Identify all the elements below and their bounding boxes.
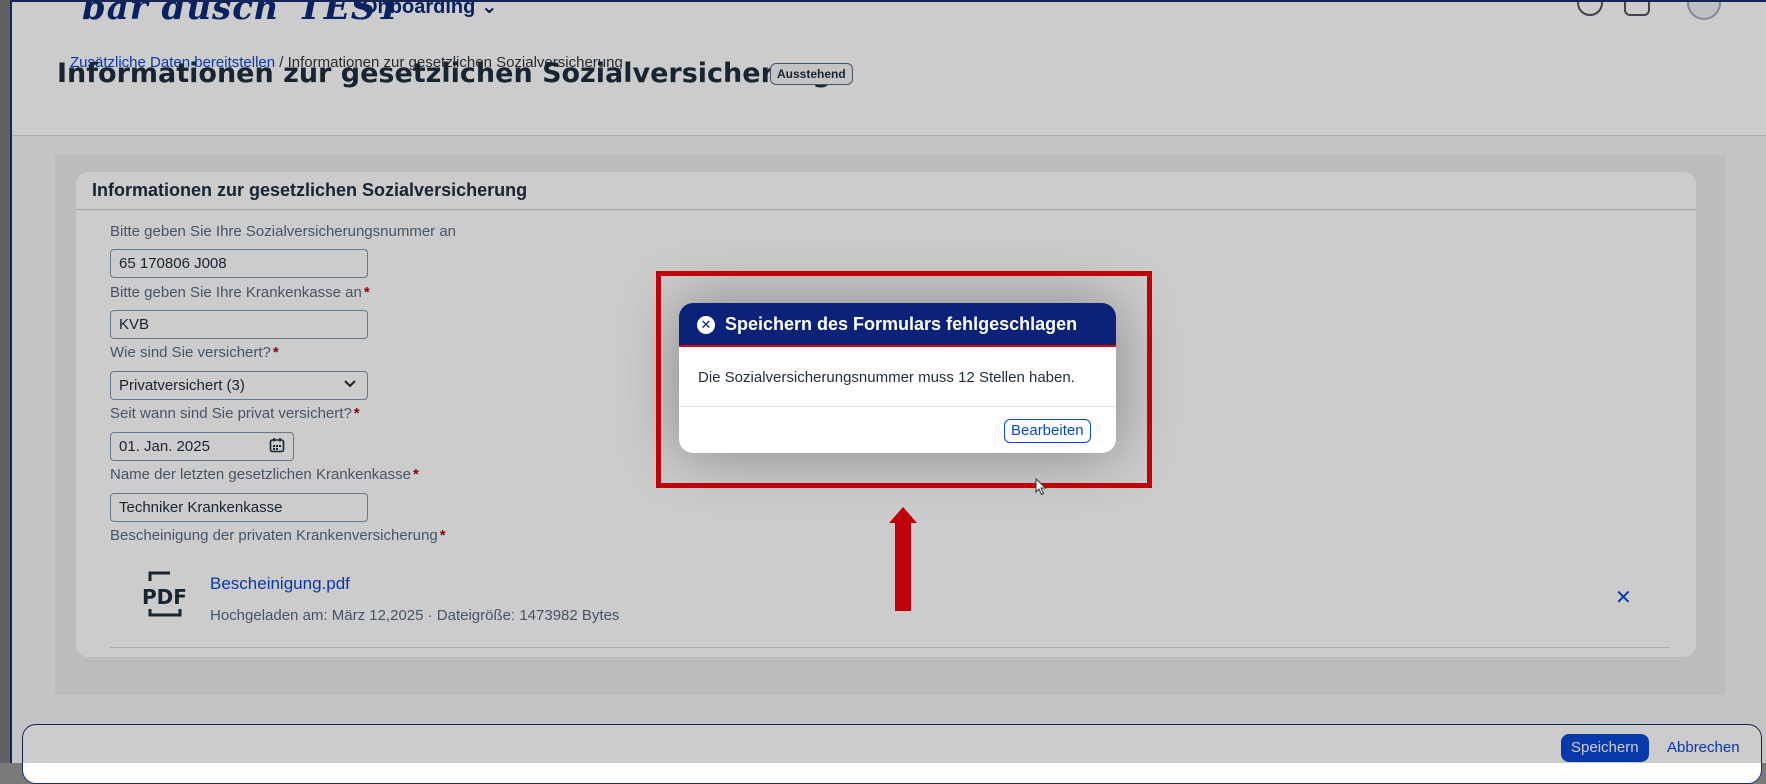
annotation-highlight-box [656, 271, 1152, 488]
mouse-cursor-icon [1035, 478, 1047, 496]
annotation-arrow-shaft [895, 520, 911, 611]
